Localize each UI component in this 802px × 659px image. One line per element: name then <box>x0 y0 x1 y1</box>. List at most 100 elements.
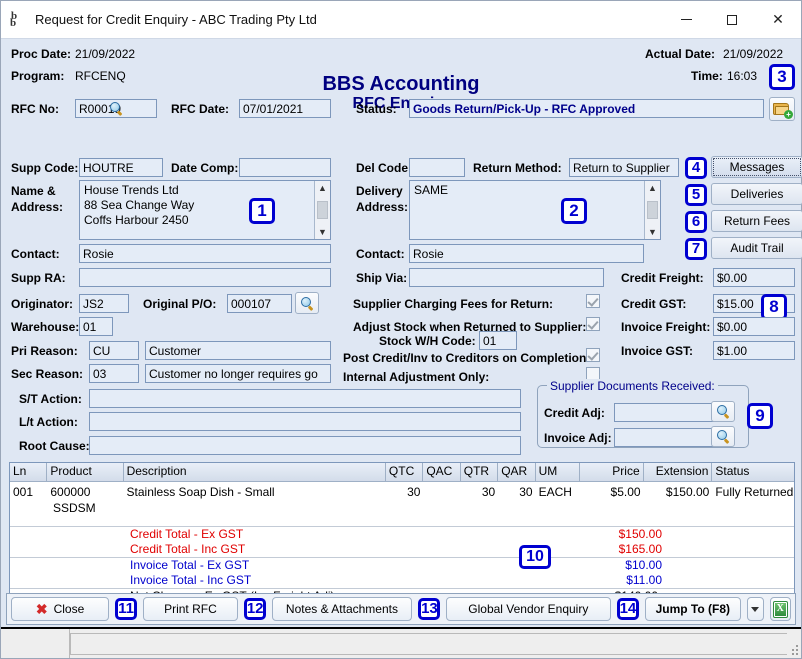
delivery-contact-label: Contact: <box>356 247 405 261</box>
supplier-charging-checkbox[interactable] <box>586 294 600 308</box>
credit-adj-input[interactable] <box>614 403 714 422</box>
cell-qar: 30 <box>498 484 535 500</box>
cell-extension: $150.00 <box>644 484 713 500</box>
col-qar[interactable]: QAR <box>498 463 535 481</box>
col-status[interactable]: Status <box>712 463 794 481</box>
excel-export-button[interactable]: X <box>770 597 791 621</box>
badge-1: 1 <box>249 198 275 224</box>
actual-date-label: Actual Date: <box>645 47 715 61</box>
return-method-input[interactable]: Return to Supplier <box>569 158 679 177</box>
del-code-label: Del Code: <box>356 161 412 175</box>
originator-label: Originator: <box>11 297 73 311</box>
proc-date-label: Proc Date: <box>11 47 71 61</box>
badge-5: 5 <box>685 184 707 206</box>
credit-freight-label: Credit Freight: <box>621 271 704 285</box>
global-vendor-enquiry-button[interactable]: Global Vendor Enquiry <box>446 597 611 621</box>
cell-price: $5.00 <box>580 484 643 500</box>
total-row-credit-ex: Credit Total - Ex GST $150.00 <box>10 526 794 542</box>
sec-reason-code-input[interactable]: 03 <box>89 364 139 383</box>
close-button-label: Close <box>54 602 85 616</box>
invoice-adj-search-icon[interactable] <box>711 426 735 447</box>
original-po-input[interactable]: 000107 <box>227 294 292 313</box>
st-action-label: S/T Action: <box>19 392 82 406</box>
total-row-credit-inc: Credit Total - Inc GST $165.00 <box>10 542 794 557</box>
close-icon[interactable]: ✕ <box>755 1 801 38</box>
adjust-stock-checkbox[interactable] <box>586 317 600 331</box>
delivery-contact-input[interactable]: Rosie <box>409 244 644 263</box>
red-x-icon: ✖ <box>36 602 48 616</box>
date-comp-input[interactable] <box>239 158 331 177</box>
col-ln[interactable]: Ln <box>10 463 47 481</box>
name-address-label-line2: Address: <box>11 200 63 214</box>
col-qtr[interactable]: QTR <box>461 463 498 481</box>
notes-attachments-button[interactable]: Notes & Attachments <box>272 597 412 621</box>
badge-7: 7 <box>685 238 707 260</box>
badge-6: 6 <box>685 211 707 233</box>
cell-description: Stainless Soap Dish - Small <box>124 484 387 500</box>
return-fees-button[interactable]: Return Fees <box>711 210 802 232</box>
bbs-logo-icon: bb <box>9 11 27 29</box>
credit-adj-search-icon[interactable] <box>711 401 735 422</box>
col-qac[interactable]: QAC <box>423 463 460 481</box>
post-credit-checkbox[interactable] <box>586 348 600 362</box>
badge-11: 11 <box>115 598 137 620</box>
sec-reason-label: Sec Reason: <box>11 367 83 381</box>
rfc-date-input[interactable]: 07/01/2021 <box>239 99 331 118</box>
delivery-address-scrollbar[interactable]: ▲▼ <box>644 181 660 239</box>
st-action-input[interactable] <box>89 389 521 408</box>
badge-14: 14 <box>617 598 639 620</box>
deliveries-button[interactable]: Deliveries <box>711 183 802 205</box>
delivery-address-textarea[interactable]: SAME <box>409 180 661 240</box>
maximize-icon[interactable] <box>709 1 755 38</box>
status-bar-left-pane <box>1 629 70 658</box>
table-row[interactable]: 001 600000 Stainless Soap Dish - Small 3… <box>10 484 794 500</box>
col-um[interactable]: UM <box>536 463 581 481</box>
internal-adjustment-label: Internal Adjustment Only: <box>343 370 489 384</box>
jump-to-button[interactable]: Jump To (F8) <box>645 597 741 621</box>
time-label: Time: <box>691 69 723 83</box>
adjust-stock-label: Adjust Stock when Returned to Supplier: <box>353 320 586 334</box>
messages-button[interactable]: Messages <box>711 156 802 178</box>
invoice-adj-label: Invoice Adj: <box>544 431 612 445</box>
resize-grip-icon[interactable] <box>787 629 801 658</box>
name-address-textarea[interactable]: House Trends Ltd 88 Sea Change Way Coffs… <box>79 180 331 240</box>
ship-via-input[interactable] <box>409 268 604 287</box>
warehouse-input[interactable]: 01 <box>79 317 113 336</box>
col-extension[interactable]: Extension <box>644 463 713 481</box>
cell-qtr: 30 <box>461 484 498 500</box>
lt-action-input[interactable] <box>89 412 521 431</box>
col-price[interactable]: Price <box>580 463 643 481</box>
program-value: RFCENQ <box>75 69 126 83</box>
col-qtc[interactable]: QTC <box>386 463 423 481</box>
cell-status: Fully Returned <box>712 484 794 500</box>
stock-wh-input[interactable]: 01 <box>479 331 517 350</box>
rfc-date-label: RFC Date: <box>171 102 229 116</box>
excel-export-icon: X <box>773 601 788 618</box>
root-cause-input[interactable] <box>89 436 521 455</box>
jump-to-dropdown-button[interactable] <box>747 597 764 621</box>
new-folder-icon[interactable]: + <box>769 97 795 121</box>
col-product[interactable]: Product <box>47 463 123 481</box>
name-address-scrollbar[interactable]: ▲▼ <box>314 181 330 239</box>
audit-trail-button[interactable]: Audit Trail <box>711 237 802 259</box>
print-rfc-button[interactable]: Print RFC <box>143 597 238 621</box>
rfc-no-search-icon[interactable] <box>104 99 128 118</box>
pri-reason-label: Pri Reason: <box>11 344 78 358</box>
cell-product: 600000 <box>47 484 123 500</box>
contact-input[interactable]: Rosie <box>79 244 331 263</box>
invoice-adj-input[interactable] <box>614 428 714 447</box>
supp-ra-input[interactable] <box>79 268 331 287</box>
actual-date-value: 21/09/2022 <box>723 47 783 61</box>
stock-wh-label: Stock W/H Code: <box>379 334 476 348</box>
col-description[interactable]: Description <box>124 463 386 481</box>
close-button[interactable]: ✖ Close <box>11 597 109 621</box>
pri-reason-code-input[interactable]: CU <box>89 341 139 360</box>
supp-code-input[interactable]: HOUTRE <box>79 158 163 177</box>
badge-3: 3 <box>769 64 795 90</box>
pri-reason-desc-input: Customer <box>145 341 331 360</box>
root-cause-label: Root Cause: <box>19 439 90 453</box>
del-code-input[interactable] <box>409 158 465 177</box>
minimize-icon[interactable] <box>663 1 709 38</box>
original-po-search-icon[interactable] <box>295 292 319 314</box>
originator-input[interactable]: JS2 <box>79 294 129 313</box>
